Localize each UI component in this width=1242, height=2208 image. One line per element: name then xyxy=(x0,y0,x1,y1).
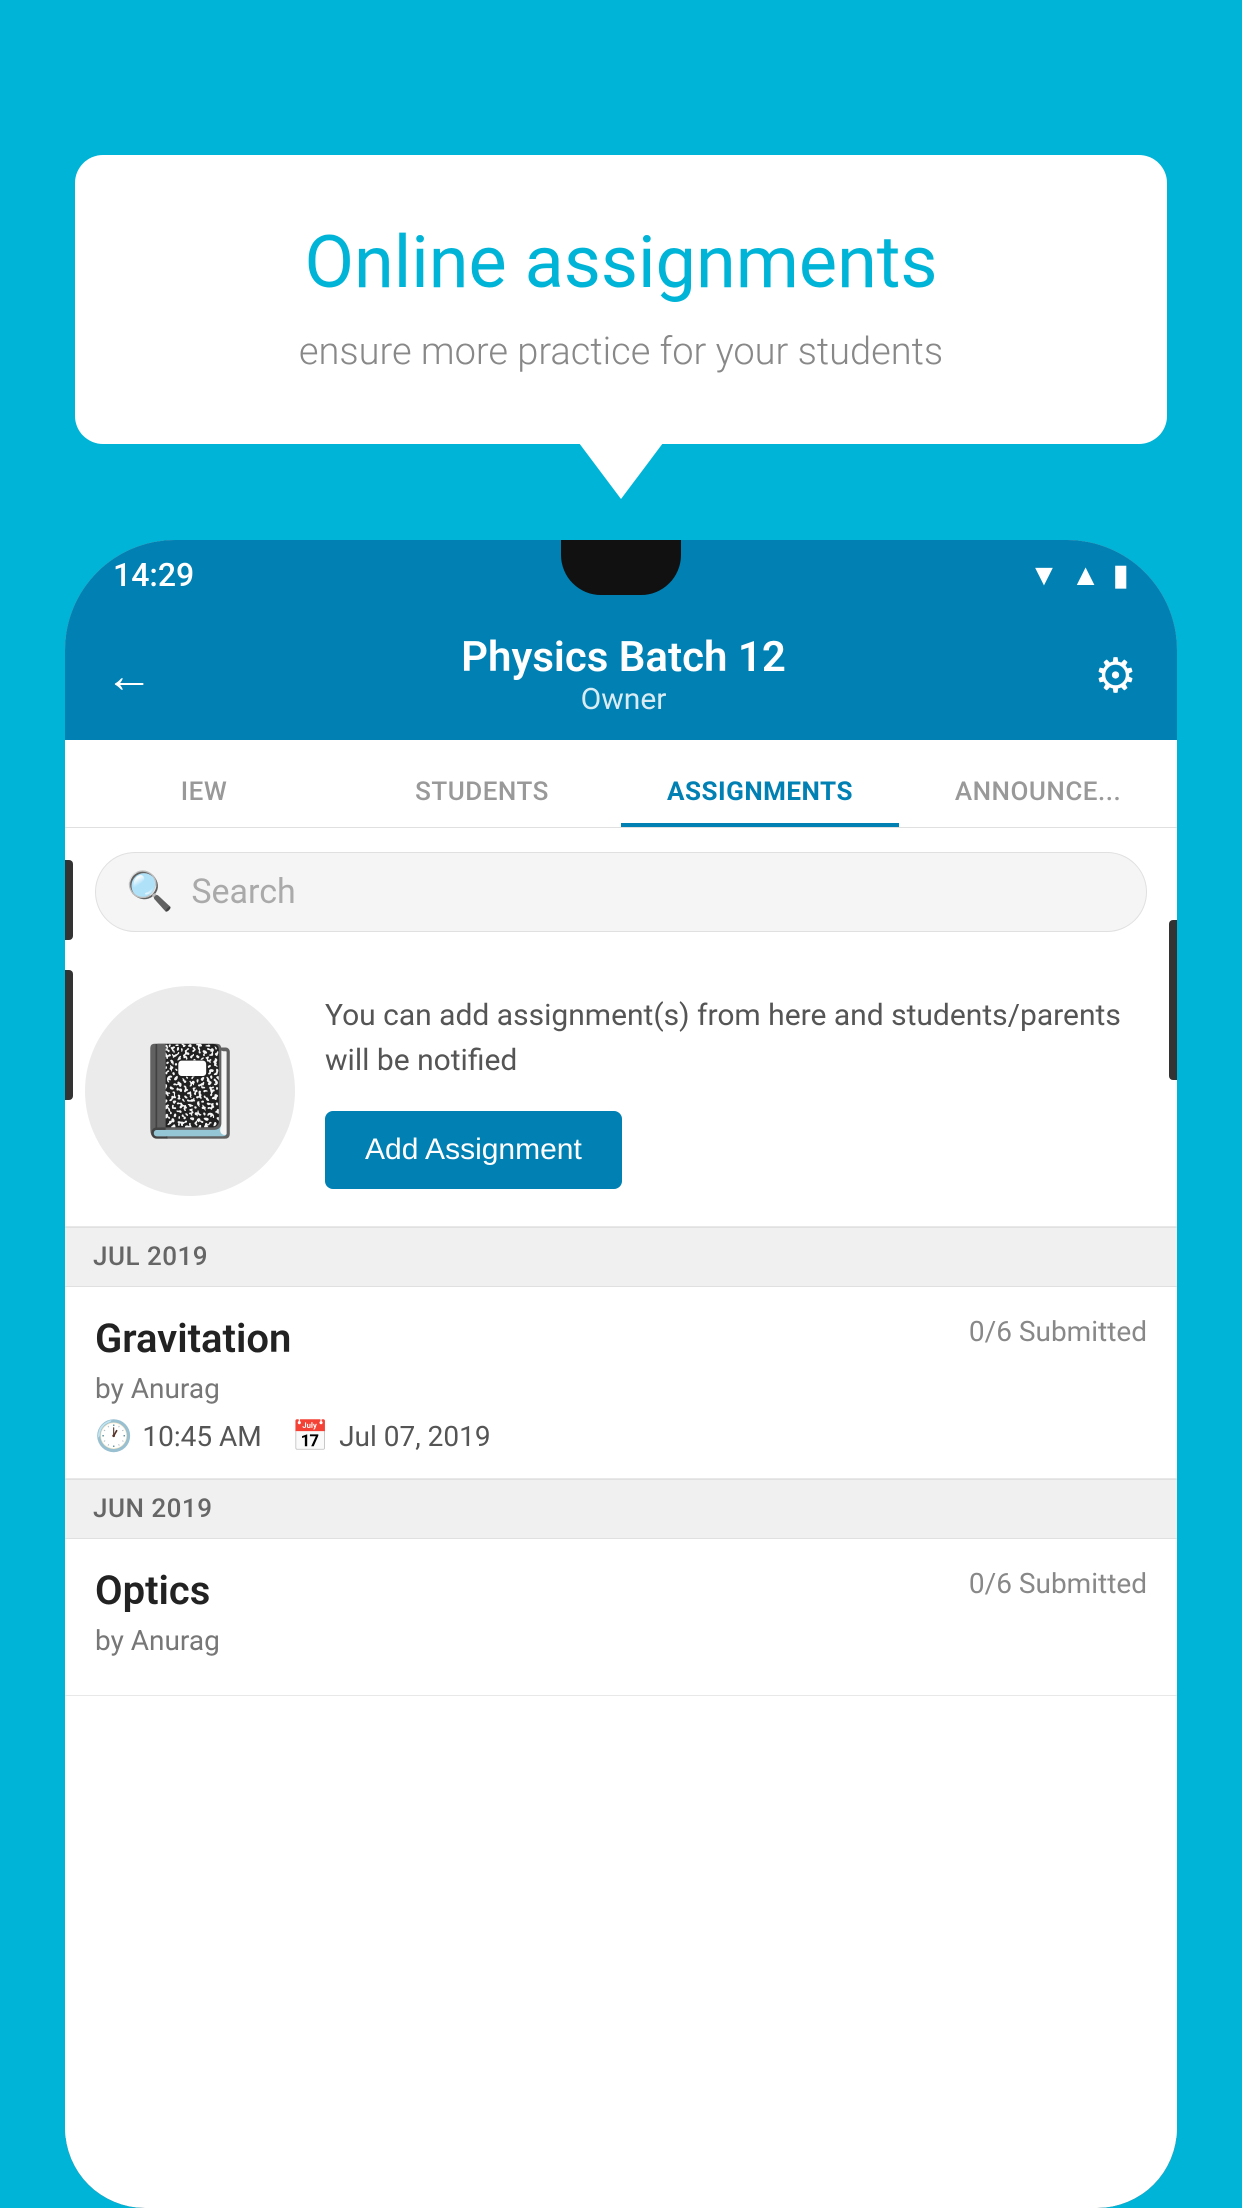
search-container: 🔍 Search xyxy=(65,828,1177,956)
search-icon: 🔍 xyxy=(126,870,173,914)
assignment-date: Jul 07, 2019 xyxy=(339,1420,491,1453)
speech-bubble: Online assignments ensure more practice … xyxy=(75,155,1167,444)
tab-bar: IEW STUDENTS ASSIGNMENTS ANNOUNCE... xyxy=(65,740,1177,828)
assignment-submitted: 0/6 Submitted xyxy=(969,1315,1147,1348)
app-header: ← Physics Batch 12 Owner ⚙ xyxy=(65,610,1177,740)
speech-bubble-wrapper: Online assignments ensure more practice … xyxy=(75,155,1167,444)
add-assignment-section: 📓 You can add assignment(s) from here an… xyxy=(65,956,1177,1227)
status-icons: ▼ ▲ ▮ xyxy=(1029,558,1129,593)
speech-bubble-subtitle: ensure more practice for your students xyxy=(155,330,1087,374)
wifi-icon: ▼ xyxy=(1029,558,1059,593)
settings-icon[interactable]: ⚙ xyxy=(1094,647,1137,704)
section-header-jul: JUL 2019 xyxy=(65,1227,1177,1287)
search-bar[interactable]: 🔍 Search xyxy=(95,852,1147,932)
assignment-name-optics: Optics xyxy=(95,1567,210,1614)
assignment-header-optics: Optics 0/6 Submitted xyxy=(95,1567,1147,1614)
assignment-meta: 🕐 10:45 AM 📅 Jul 07, 2019 xyxy=(95,1419,1147,1454)
assignment-time: 10:45 AM xyxy=(142,1420,261,1453)
header-title: Physics Batch 12 xyxy=(461,633,786,682)
tab-announcements[interactable]: ANNOUNCE... xyxy=(899,777,1177,827)
content-area: 🔍 Search 📓 You can add assignment(s) fro… xyxy=(65,828,1177,2138)
back-button[interactable]: ← xyxy=(105,647,153,704)
assignment-author: by Anurag xyxy=(95,1372,1147,1405)
assignment-item-gravitation[interactable]: Gravitation 0/6 Submitted by Anurag 🕐 10… xyxy=(65,1287,1177,1479)
meta-time: 🕐 10:45 AM xyxy=(95,1419,262,1454)
add-section-right: You can add assignment(s) from here and … xyxy=(325,993,1147,1189)
header-center: Physics Batch 12 Owner xyxy=(461,633,786,717)
status-time: 14:29 xyxy=(113,556,194,594)
section-header-jun: JUN 2019 xyxy=(65,1479,1177,1539)
phone-side-button-3 xyxy=(1169,920,1177,1080)
battery-icon: ▮ xyxy=(1112,558,1129,593)
phone-side-button-1 xyxy=(65,860,73,940)
add-assignment-button[interactable]: Add Assignment xyxy=(325,1111,622,1189)
tab-students[interactable]: STUDENTS xyxy=(343,777,621,827)
phone-side-button-2 xyxy=(65,970,73,1100)
calendar-icon: 📅 xyxy=(292,1419,329,1454)
assignment-author-optics: by Anurag xyxy=(95,1624,1147,1657)
notch xyxy=(561,540,681,595)
phone-screen: 14:29 ▼ ▲ ▮ ← Physics Batch 12 Owner ⚙ I… xyxy=(65,540,1177,2208)
notebook-circle: 📓 xyxy=(85,986,295,1196)
tab-iew[interactable]: IEW xyxy=(65,777,343,827)
phone-frame: 14:29 ▼ ▲ ▮ ← Physics Batch 12 Owner ⚙ I… xyxy=(65,540,1177,2208)
add-description: You can add assignment(s) from here and … xyxy=(325,993,1147,1083)
clock-icon: 🕐 xyxy=(95,1419,132,1454)
meta-date: 📅 Jul 07, 2019 xyxy=(292,1419,491,1454)
assignment-submitted-optics: 0/6 Submitted xyxy=(969,1567,1147,1600)
status-bar: 14:29 ▼ ▲ ▮ xyxy=(65,540,1177,610)
header-subtitle: Owner xyxy=(461,682,786,717)
assignment-name: Gravitation xyxy=(95,1315,291,1362)
assignment-header: Gravitation 0/6 Submitted xyxy=(95,1315,1147,1362)
notebook-icon: 📓 xyxy=(134,1039,246,1144)
assignment-item-optics[interactable]: Optics 0/6 Submitted by Anurag xyxy=(65,1539,1177,1696)
tab-assignments[interactable]: ASSIGNMENTS xyxy=(621,777,899,827)
speech-bubble-title: Online assignments xyxy=(155,220,1087,305)
search-placeholder: Search xyxy=(191,872,295,912)
signal-icon: ▲ xyxy=(1071,558,1101,593)
